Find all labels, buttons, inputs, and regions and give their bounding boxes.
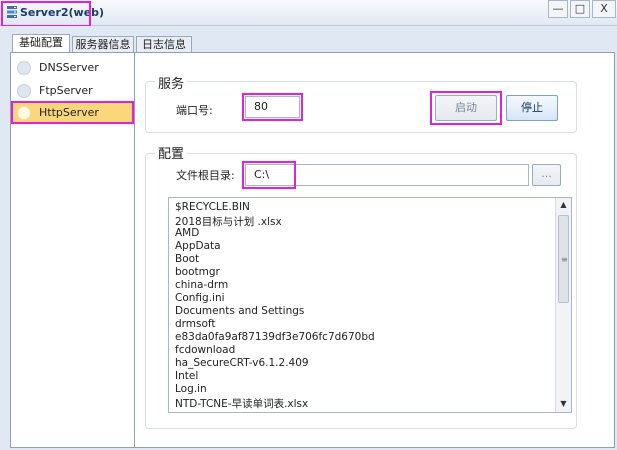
file-list[interactable]: $RECYCLE.BIN 2018目标与计划 .xlsx AMD AppData… bbox=[168, 197, 572, 413]
stop-button[interactable]: 停止 bbox=[506, 95, 558, 121]
port-label: 端口号: bbox=[176, 104, 213, 117]
grip-icon: ≡ bbox=[561, 255, 568, 264]
service-group-title: 服务 bbox=[155, 73, 188, 92]
list-item[interactable]: bootmgr bbox=[175, 266, 220, 278]
start-highlight-box bbox=[430, 91, 502, 125]
root-dir-label: 文件根目录: bbox=[176, 169, 235, 182]
title-highlight-box bbox=[1, 1, 91, 27]
tab-basic-config[interactable]: 基础配置 bbox=[12, 34, 70, 53]
config-group-title: 配置 bbox=[155, 143, 188, 162]
list-item[interactable]: $RECYCLE.BIN bbox=[175, 201, 250, 213]
tab-server-info[interactable]: 服务器信息 bbox=[72, 36, 134, 53]
server-item-label: HttpServer bbox=[39, 106, 99, 119]
scrollbar-thumb[interactable]: ≡ bbox=[558, 215, 569, 303]
list-item[interactable]: Boot bbox=[175, 253, 199, 265]
list-item[interactable]: e83da0fa9af87139df3e706fc7d670bd bbox=[175, 331, 375, 343]
list-item[interactable]: AMD bbox=[175, 227, 199, 239]
list-item[interactable]: fcdownload bbox=[175, 344, 235, 356]
list-item[interactable]: Documents and Settings bbox=[175, 305, 304, 317]
scroll-down-arrow-icon[interactable]: ▼ bbox=[556, 397, 571, 411]
server-list: DNSServer FtpServer HttpServer bbox=[11, 53, 135, 447]
list-item[interactable]: AppData bbox=[175, 240, 221, 252]
minimize-button[interactable]: — bbox=[548, 0, 568, 18]
server-item-http[interactable]: HttpServer bbox=[11, 101, 134, 124]
tab-bar: 基础配置 服务器信息 日志信息 bbox=[0, 26, 617, 53]
list-item[interactable]: ha_SecureCRT-v6.1.2.409 bbox=[175, 357, 309, 369]
server-item-label: DNSServer bbox=[39, 61, 99, 74]
server-item-dns[interactable]: DNSServer bbox=[11, 56, 134, 79]
status-dot-icon bbox=[17, 84, 31, 98]
server-item-label: FtpServer bbox=[39, 84, 93, 97]
scroll-up-arrow-icon[interactable]: ▲ bbox=[556, 198, 571, 212]
status-dot-icon bbox=[17, 106, 31, 120]
port-highlight-box bbox=[242, 93, 303, 121]
title-bar: Server2(web) — □ X bbox=[0, 0, 617, 27]
root-dir-highlight-box bbox=[242, 161, 296, 189]
list-item[interactable]: Intel bbox=[175, 370, 198, 382]
browse-button[interactable]: ... bbox=[532, 164, 561, 186]
file-list-scrollbar[interactable]: ▲ ≡ ▼ bbox=[555, 198, 571, 412]
list-item[interactable]: drmsoft bbox=[175, 318, 216, 330]
status-dot-icon bbox=[17, 61, 31, 75]
list-item[interactable]: Log.in bbox=[175, 383, 207, 395]
list-item[interactable]: Config.ini bbox=[175, 292, 225, 304]
tab-log-info[interactable]: 日志信息 bbox=[136, 36, 192, 53]
server-item-ftp[interactable]: FtpServer bbox=[11, 79, 134, 102]
maximize-button[interactable]: □ bbox=[570, 0, 590, 18]
basic-config-panel: DNSServer FtpServer HttpServer 服务 端口号: 8… bbox=[10, 52, 615, 448]
list-item[interactable]: china-drm bbox=[175, 279, 228, 291]
close-button[interactable]: X bbox=[592, 0, 616, 18]
list-item[interactable]: NTD-TCNE-早读单词表.xlsx bbox=[175, 396, 308, 411]
